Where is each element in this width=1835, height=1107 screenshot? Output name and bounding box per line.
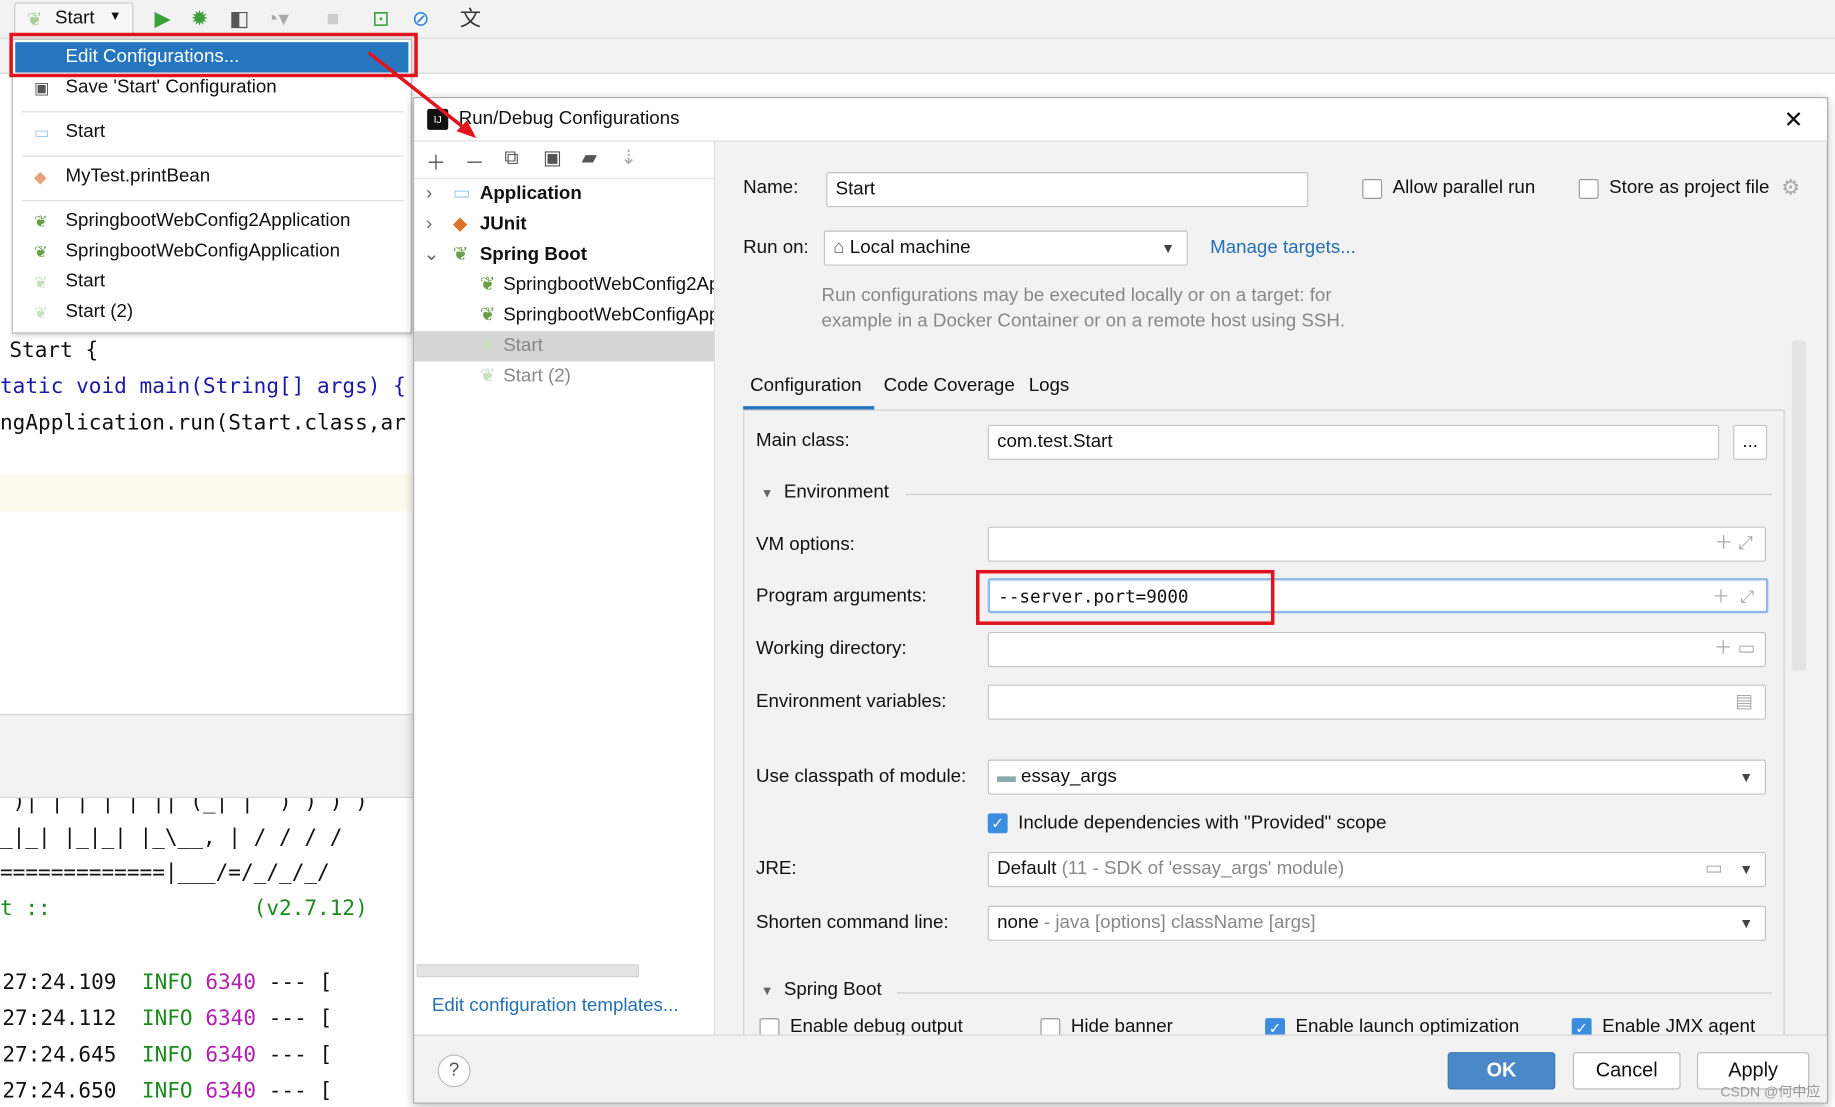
- watermark: CSDN @何中应: [1720, 1083, 1821, 1101]
- annotation-arrow: [367, 51, 477, 139]
